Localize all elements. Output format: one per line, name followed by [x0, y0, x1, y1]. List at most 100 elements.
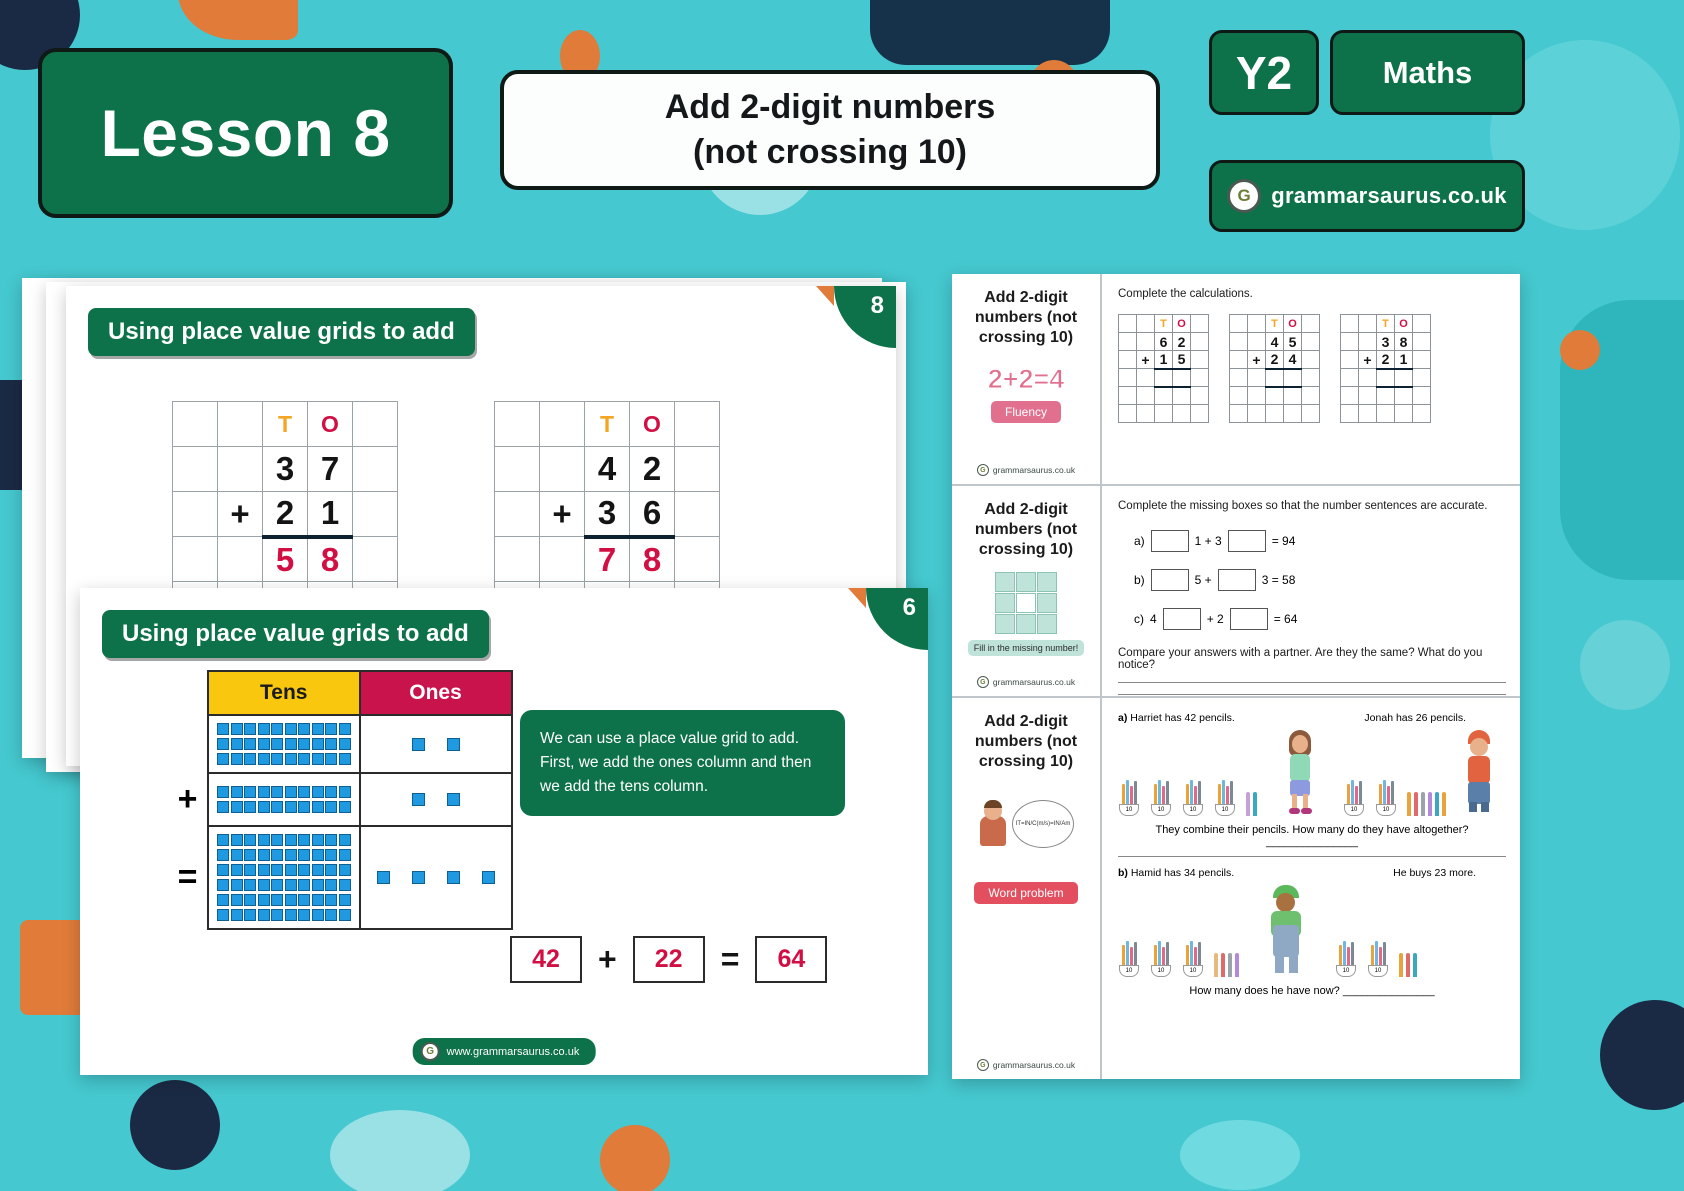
grammarsaurus-logo-icon: G — [976, 1059, 989, 1071]
addend1-tens: 3 — [262, 446, 308, 492]
addend1-tens: 6 — [1154, 332, 1173, 351]
lesson-badge: Lesson 8 — [38, 48, 453, 218]
question-pre: 4 — [1150, 612, 1157, 626]
grammarsaurus-logo-icon: G — [976, 676, 989, 688]
problem-a-text-right: Jonah has 26 pencils. — [1364, 712, 1466, 724]
addend2-tens: 1 — [1154, 350, 1173, 370]
page-title: Add 2-digit numbers (not crossing 10) — [500, 70, 1160, 190]
ones-column-header: Ones — [358, 670, 513, 716]
answer-ones-blank[interactable] — [1394, 368, 1413, 388]
place-value-row: + — [168, 772, 513, 827]
tens-header: T — [1154, 314, 1173, 333]
ten-rod — [217, 723, 351, 735]
answer-box[interactable] — [1217, 569, 1256, 591]
ten-rod — [217, 909, 351, 921]
bg-blob — [1180, 1120, 1300, 1190]
corner-triangle-icon — [816, 286, 834, 306]
problem-label: b) — [1118, 867, 1128, 879]
worksheet-brand: G grammarsaurus.co.uk — [976, 676, 1076, 688]
answer-box[interactable] — [1227, 530, 1266, 552]
ones-blocks-cell — [358, 825, 513, 930]
brand-badge[interactable]: G grammarsaurus.co.uk — [1209, 160, 1525, 232]
answer-tens-blank[interactable] — [1154, 368, 1173, 388]
tens-rods — [217, 834, 351, 921]
equation-row: 42 + 22 = 64 — [510, 936, 828, 983]
addend2-ones: 4 — [1283, 350, 1302, 370]
pencil-pot-icon: 10 — [1343, 778, 1365, 816]
year-label: Y2 — [1235, 46, 1293, 99]
one-cube — [446, 793, 460, 806]
tens-blocks-cell — [207, 825, 361, 930]
slide-heading: Using place value grids to add — [102, 610, 489, 658]
problem-text: Hamid has 34 pencils. — [1130, 867, 1235, 879]
answer-tens-blank[interactable] — [1265, 368, 1284, 388]
answer-box[interactable] — [1150, 569, 1189, 591]
pencil-pot-icon: 10 — [1150, 778, 1172, 816]
equation-equals: = — [720, 941, 740, 977]
bg-blob — [600, 1125, 670, 1191]
calculation-group: TO 62 +1 5 TO 45 +2 4 TO 38 + 2 1 — [1118, 314, 1506, 423]
worksheet-instruction: Complete the calculations. — [1118, 288, 1253, 300]
addend1-tens: 3 — [1376, 332, 1395, 351]
ten-rod — [217, 738, 351, 750]
one-cube — [411, 737, 425, 751]
answer-ones-blank[interactable] — [1283, 368, 1302, 388]
slide-place-value-blocks[interactable]: 6 Using place value grids to add Tens On… — [80, 588, 928, 1075]
logo-letter: G — [980, 678, 986, 686]
tens-blocks-cell — [207, 772, 361, 827]
addend1-ones: 7 — [307, 446, 353, 492]
child-jonah-icon — [1456, 730, 1502, 816]
word-problem-a: a) Harriet has 42 pencils. Jonah has 26 … — [1118, 712, 1506, 848]
worksheet-tag: Word problem — [974, 882, 1078, 904]
addend1-ones: 5 — [1283, 332, 1302, 351]
pencil-pot-icon: 10 — [1375, 778, 1397, 816]
operator: + — [217, 491, 263, 537]
question-post: 3 = 58 — [1261, 573, 1296, 587]
question-mid: 5 + — [1194, 573, 1212, 587]
bg-blob — [870, 0, 1110, 65]
brand-label: grammarsaurus.co.uk — [1271, 183, 1507, 208]
answer-line[interactable] — [1118, 694, 1506, 695]
logo-letter: G — [1237, 186, 1251, 205]
pencil-pot-icon: 10 — [1335, 939, 1357, 977]
ten-rod — [217, 864, 351, 876]
ones-header: O — [1394, 314, 1413, 333]
calculation-grid-1: TO 62 +1 5 — [1118, 314, 1209, 423]
tens-header: T — [262, 401, 308, 447]
worksheet-instruction: Complete the missing boxes so that the n… — [1118, 500, 1488, 512]
answer-tens-blank[interactable] — [1376, 368, 1395, 388]
logo-letter: G — [426, 1046, 435, 1057]
answer-ones-blank[interactable] — [1172, 368, 1191, 388]
subject-label: Maths — [1382, 54, 1473, 90]
slide-number: 8 — [870, 292, 884, 319]
problem-label: a) — [1118, 712, 1128, 724]
problem-b-labels: b) Hamid has 34 pencils. He buys 23 more… — [1118, 867, 1506, 879]
brand-url: grammarsaurus.co.uk — [992, 677, 1076, 687]
answer-box[interactable] — [1162, 608, 1201, 630]
equation-addend-1: 42 — [510, 936, 582, 983]
footer-url: www.grammarsaurus.co.uk — [446, 1045, 580, 1058]
tens-header: T — [1376, 314, 1395, 333]
title-line-1: Add 2-digit numbers — [664, 88, 996, 127]
problem-text: Harriet has 42 pencils. — [1130, 712, 1235, 724]
slide-footer-brand[interactable]: G www.grammarsaurus.co.uk — [412, 1038, 596, 1065]
puzzle-icon — [995, 572, 1057, 634]
addend1-tens: 4 — [1265, 332, 1284, 351]
tens-rods — [217, 723, 351, 765]
answer-box[interactable] — [1229, 608, 1268, 630]
answer-box[interactable] — [1150, 530, 1189, 552]
worksheet-brand: G grammarsaurus.co.uk — [976, 1059, 1075, 1071]
answer-line[interactable] — [1118, 682, 1506, 683]
worksheet-word-problem[interactable]: Add 2-digit numbers (not crossing 10) IT… — [952, 698, 1520, 1079]
grammarsaurus-logo-icon: G — [420, 1042, 440, 1061]
subject-badge: Maths — [1330, 30, 1525, 115]
worksheet-stack[interactable]: Add 2-digit numbers (not crossing 10) 2+… — [952, 274, 1520, 1079]
bg-blob — [1580, 620, 1670, 710]
worksheet-reasoning[interactable]: Add 2-digit numbers (not crossing 10) Fi… — [952, 486, 1520, 698]
worksheet-sidebar: Add 2-digit numbers (not crossing 10) 2+… — [952, 274, 1102, 484]
worksheet-sidebar: Add 2-digit numbers (not crossing 10) Fi… — [952, 486, 1102, 696]
worksheet-fluency[interactable]: Add 2-digit numbers (not crossing 10) 2+… — [952, 274, 1520, 486]
question-post: = 94 — [1271, 534, 1296, 548]
slide-number-badge: 8 — [834, 286, 896, 348]
corner-triangle-icon — [848, 588, 866, 608]
